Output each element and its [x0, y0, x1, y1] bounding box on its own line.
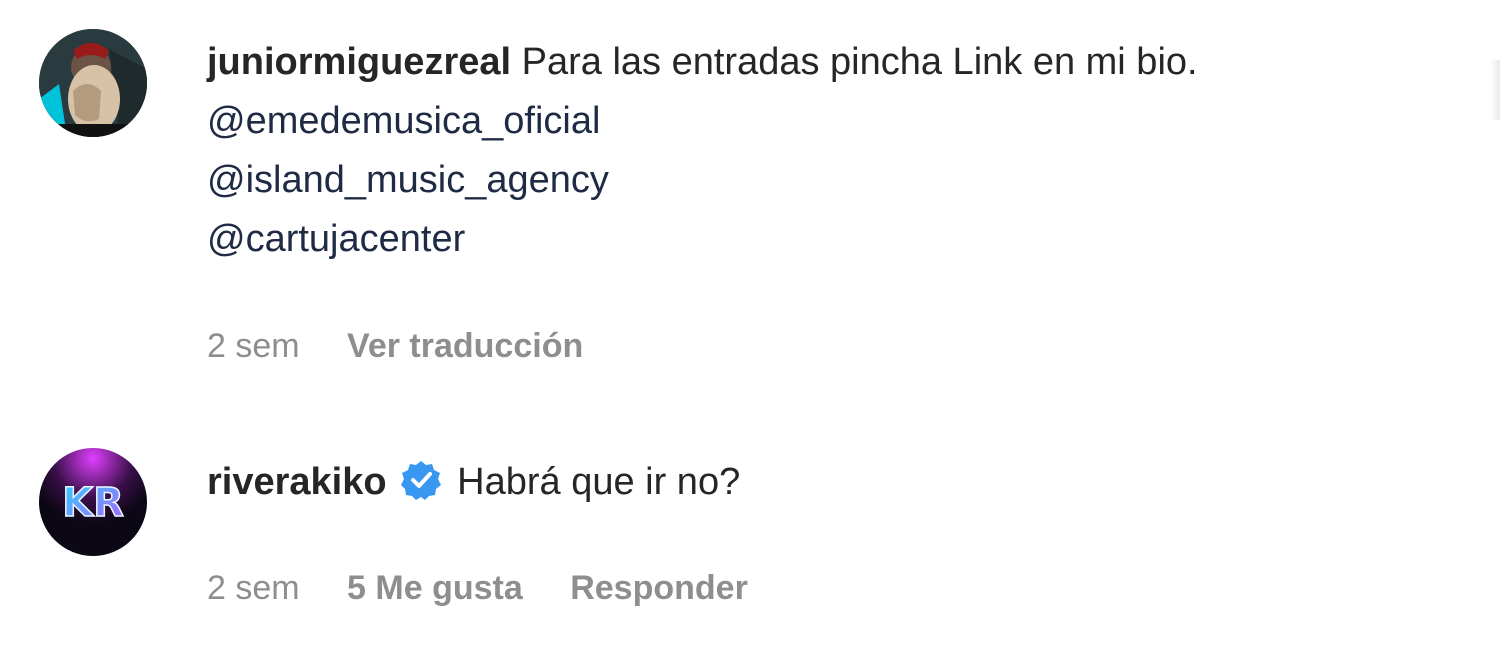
- comment-text: Habrá que ir no?: [457, 461, 741, 503]
- svg-text:KR: KR: [62, 480, 124, 526]
- see-translation-button[interactable]: Ver traducción: [347, 326, 583, 366]
- mention-link[interactable]: @island_music_agency: [207, 151, 1410, 210]
- comment-juniormiguezreal: juniormiguezreal Para las entradas pinch…: [0, 0, 1500, 400]
- timestamp: 2 sem: [207, 569, 300, 607]
- profile-photo-icon: KR: [39, 448, 147, 556]
- avatar[interactable]: KR: [39, 448, 147, 556]
- mention-link[interactable]: @emedemusica_oficial: [207, 92, 1410, 151]
- comment-riverakiko: KR riverakiko Habrá que ir no? 2 sem 5 M…: [0, 420, 1500, 662]
- username-link[interactable]: juniormiguezreal: [207, 41, 511, 83]
- verified-badge-icon: [400, 460, 441, 500]
- avatar[interactable]: [39, 29, 147, 137]
- mention-link[interactable]: @cartujacenter: [207, 210, 1410, 269]
- comment-text-block: juniormiguezreal Para las entradas pinch…: [207, 33, 1410, 269]
- comment-text-block: riverakiko Habrá que ir no?: [207, 453, 1410, 512]
- profile-photo-icon: [39, 29, 147, 137]
- comment-text: Para las entradas pincha Link en mi bio.: [521, 41, 1198, 83]
- comment-meta: 2 sem Ver traducción: [207, 326, 621, 366]
- timestamp: 2 sem: [207, 327, 300, 365]
- likes-count-button[interactable]: 5 Me gusta: [347, 568, 523, 608]
- reply-button[interactable]: Responder: [570, 568, 748, 608]
- scroll-edge: [1490, 60, 1500, 120]
- username-link[interactable]: riverakiko: [207, 461, 387, 503]
- comment-meta: 2 sem 5 Me gusta Responder: [207, 568, 786, 608]
